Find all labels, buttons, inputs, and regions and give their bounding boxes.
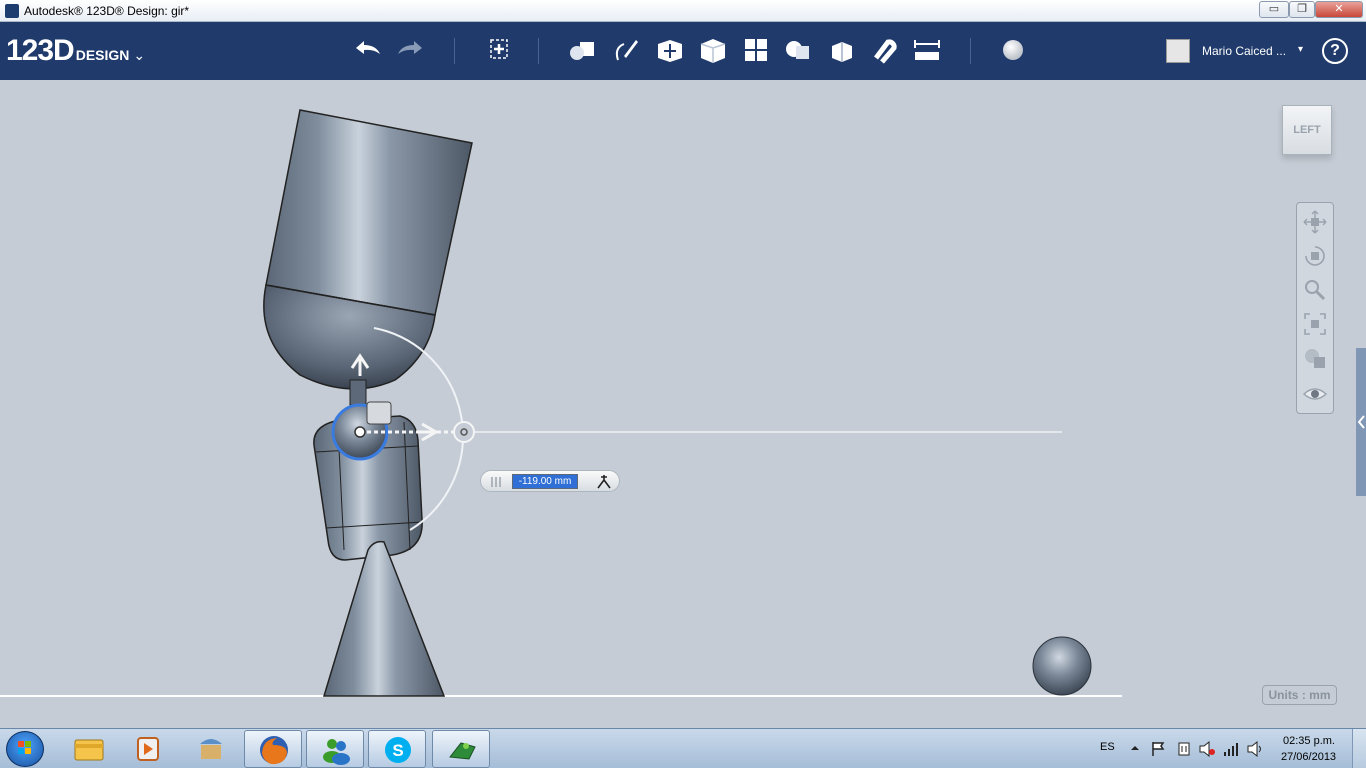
- sphere-object[interactable]: [1032, 636, 1092, 696]
- snap-icon[interactable]: [868, 34, 900, 66]
- app-store-icon: [200, 739, 222, 759]
- user-menu-caret-icon[interactable]: ▾: [1298, 44, 1303, 55]
- skype-icon: S: [385, 737, 411, 763]
- media-player-icon: [137, 737, 159, 761]
- app-icon: [5, 4, 19, 18]
- orbit-icon[interactable]: [1302, 243, 1328, 269]
- start-button[interactable]: [6, 731, 44, 767]
- explorer-icon: [74, 739, 104, 761]
- grip-icon[interactable]: [489, 475, 505, 489]
- undo-icon[interactable]: [352, 34, 384, 66]
- windows-logo-icon: [18, 741, 31, 754]
- 123d-design-icon: [449, 742, 476, 760]
- side-panel-toggle[interactable]: [1356, 348, 1366, 496]
- volume-icon[interactable]: [1246, 740, 1264, 758]
- taskbar-123d-design[interactable]: [432, 730, 490, 768]
- fit-icon[interactable]: [1302, 311, 1328, 337]
- scene-canvas[interactable]: [0, 80, 1366, 726]
- chevron-down-icon: ⌄: [133, 47, 146, 63]
- toolbar-separator: [538, 38, 539, 64]
- taskbar-app-store[interactable]: [182, 730, 240, 768]
- minimize-button[interactable]: ▭: [1259, 1, 1289, 18]
- clock-date[interactable]: 27/06/2013: [1281, 751, 1336, 763]
- 3d-viewport[interactable]: LEFT Units : mm: [0, 80, 1366, 726]
- chevron-left-icon: [1357, 415, 1365, 429]
- toolbar-separator: [454, 38, 455, 64]
- group-icon[interactable]: [782, 34, 814, 66]
- measure-icon[interactable]: [911, 34, 943, 66]
- taskbar-firefox[interactable]: [244, 730, 302, 768]
- transform-icon[interactable]: [484, 34, 516, 66]
- taskbar-skype[interactable]: S: [368, 730, 426, 768]
- primitives-icon[interactable]: [566, 34, 598, 66]
- view-cube-label: LEFT: [1293, 124, 1321, 136]
- avatar[interactable]: [1166, 39, 1190, 63]
- messenger-icon: [323, 739, 350, 765]
- maximize-button[interactable]: ❐: [1289, 1, 1315, 18]
- action-center-flag-icon[interactable]: [1150, 740, 1168, 758]
- snap-tool-icon[interactable]: [595, 474, 613, 490]
- head-cylinder[interactable]: [263, 109, 473, 390]
- show-desktop-button[interactable]: [1352, 729, 1366, 768]
- dimension-input-box: [480, 470, 620, 492]
- user-name[interactable]: Mario Caiced ...: [1202, 44, 1286, 58]
- window-titlebar: Autodesk® 123D® Design: gir* ▭ ❐ ✕: [0, 0, 1366, 22]
- material-icon[interactable]: [997, 34, 1029, 66]
- show-hidden-icons-icon[interactable]: [1128, 741, 1142, 755]
- base-cone[interactable]: [322, 540, 446, 697]
- main-toolbar: 123D DESIGN ⌄ Mario Caiced ... ▾ ?: [0, 22, 1366, 80]
- move-x-arrow-icon: [418, 422, 440, 442]
- logo-text: 123D: [6, 34, 75, 67]
- window-title: Autodesk® 123D® Design: gir*: [24, 4, 190, 18]
- app-menu-button[interactable]: 123D DESIGN ⌄: [6, 34, 145, 68]
- dimension-input[interactable]: [512, 474, 578, 489]
- pan-icon[interactable]: [1302, 209, 1328, 235]
- redo-icon[interactable]: [394, 34, 426, 66]
- taskbar-media-player[interactable]: [120, 730, 178, 768]
- wifi-signal-icon[interactable]: [1222, 740, 1240, 758]
- svg-text:S: S: [392, 741, 403, 760]
- pattern-icon[interactable]: [740, 34, 772, 66]
- clock-time[interactable]: 02:35 p.m.: [1283, 735, 1335, 747]
- combine-icon[interactable]: [826, 34, 858, 66]
- language-indicator[interactable]: ES: [1100, 741, 1115, 753]
- network-device-icon[interactable]: [1175, 740, 1193, 758]
- speaker-alert-icon[interactable]: [1198, 740, 1216, 758]
- toolbar-separator: [970, 38, 971, 64]
- modify-icon[interactable]: [697, 34, 729, 66]
- zoom-icon[interactable]: [1302, 277, 1328, 303]
- view-cube[interactable]: LEFT: [1282, 105, 1332, 155]
- close-button[interactable]: ✕: [1315, 1, 1363, 18]
- taskbar-messenger[interactable]: [306, 730, 364, 768]
- sketch-icon[interactable]: [610, 34, 642, 66]
- construct-icon[interactable]: [654, 34, 686, 66]
- neck-cylinder[interactable]: [349, 379, 367, 406]
- units-indicator[interactable]: Units : mm: [1262, 685, 1337, 705]
- navigation-bar: [1296, 202, 1334, 414]
- windows-taskbar: S ES 02:35 p.m. 27/06/2013: [0, 728, 1366, 768]
- visibility-icon[interactable]: [1302, 381, 1328, 407]
- help-button[interactable]: ?: [1322, 38, 1348, 64]
- view-mode-icon[interactable]: [1302, 345, 1328, 371]
- scale-handle: [366, 401, 392, 425]
- logo-subtext: DESIGN: [75, 47, 130, 63]
- taskbar-explorer[interactable]: [60, 730, 118, 768]
- firefox-icon: [260, 736, 288, 765]
